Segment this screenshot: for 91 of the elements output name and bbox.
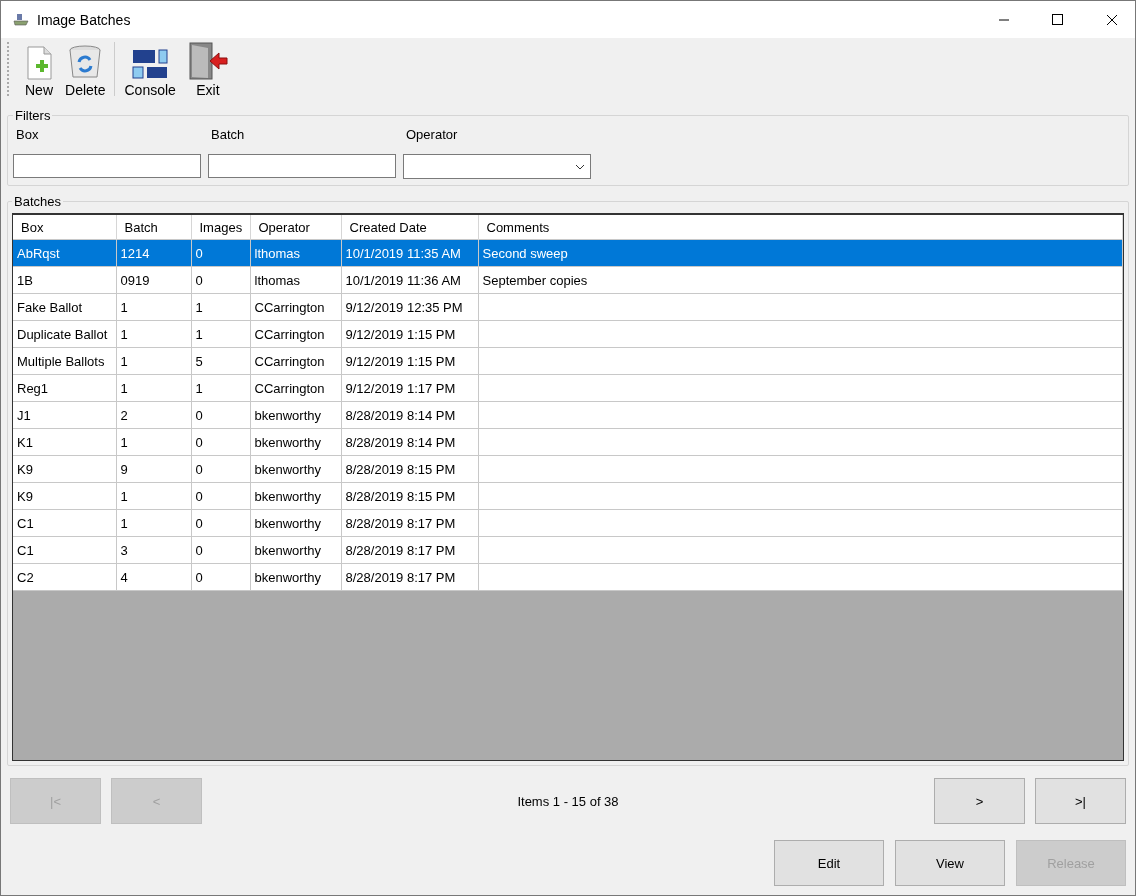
table-cell: 9/12/2019 1:15 PM [345, 353, 456, 369]
chevron-icon [575, 163, 585, 170]
table-cell: 8/28/2019 8:17 PM [345, 569, 456, 585]
table-cell: C1 [17, 542, 34, 558]
scanner-icon [13, 12, 29, 27]
table-cell: bkenworthy [254, 569, 321, 585]
toolbar-button[interactable]: Delete [60, 40, 111, 100]
table-cell: 1 [195, 380, 203, 396]
table-cell: K1 [17, 434, 33, 450]
table-cell: 1 [120, 488, 128, 504]
table-cell: 1 [120, 299, 128, 315]
table-cell: 8/28/2019 8:17 PM [345, 515, 456, 531]
table-cell: bkenworthy [254, 461, 321, 477]
table-cell: 2 [120, 407, 128, 423]
table-cell: 10/1/2019 11:36 AM [345, 272, 461, 288]
table-cell: 1 [120, 380, 128, 396]
table-cell: 0 [195, 515, 203, 531]
table-cell: J1 [17, 407, 31, 423]
table-cell: 0 [195, 461, 203, 477]
table-cell: 1B [17, 272, 33, 288]
table-cell: bkenworthy [254, 515, 321, 531]
table-cell: Fake Ballot [17, 299, 83, 315]
button[interactable]: >| [1035, 778, 1126, 824]
field-label: Operator [405, 127, 459, 142]
table-cell: 9/12/2019 12:35 PM [345, 299, 463, 315]
trash-bin-icon [67, 44, 104, 80]
table-cell: 1 [195, 299, 203, 315]
table-cell: Second sweep [482, 245, 568, 261]
table-cell: 5 [195, 353, 203, 369]
panels-icon [132, 48, 169, 80]
table-cell: lthomas [254, 245, 301, 261]
table-cell: bkenworthy [254, 407, 321, 423]
table-cell: CCarrington [254, 353, 325, 369]
table-cell: 8/28/2019 8:15 PM [345, 461, 456, 477]
field-label: Batch [210, 127, 246, 142]
operator-dropdown[interactable] [403, 154, 591, 179]
table-cell: Duplicate Ballot [17, 326, 108, 342]
table-cell: September copies [482, 272, 588, 288]
table-cell: bkenworthy [254, 434, 321, 450]
field-label: Box [15, 127, 40, 142]
table-cell: 9/12/2019 1:15 PM [345, 326, 456, 342]
group-title: Batches [13, 194, 62, 209]
table-cell: AbRqst [17, 245, 60, 261]
table-cell: 8/28/2019 8:17 PM [345, 542, 456, 558]
input-field[interactable] [208, 154, 396, 178]
group-title: Filters [14, 108, 52, 123]
table-cell: 1 [195, 326, 203, 342]
table-cell: K9 [17, 461, 33, 477]
table-cell: lthomas [254, 272, 301, 288]
input-field[interactable] [13, 154, 201, 178]
table-cell: C2 [17, 569, 34, 585]
table-cell: 0919 [120, 272, 150, 288]
table-cell: 8/28/2019 8:14 PM [345, 434, 456, 450]
table-cell: CCarrington [254, 326, 325, 342]
new-document-icon [25, 46, 53, 80]
table-cell: 0 [195, 569, 203, 585]
table-cell: 8/28/2019 8:15 PM [345, 488, 456, 504]
table-cell: 1 [120, 434, 128, 450]
page-status: Items 1 - 15 of 38 [516, 793, 620, 809]
table-cell: 9 [120, 461, 128, 477]
table-cell: 0 [195, 407, 203, 423]
table-cell: 1 [120, 353, 128, 369]
table-cell: 0 [195, 488, 203, 504]
table-cell: Multiple Ballots [17, 353, 105, 369]
exit-door-icon [187, 42, 228, 80]
table-cell: 0 [195, 542, 203, 558]
table-cell: bkenworthy [254, 542, 321, 558]
table-cell: 4 [120, 569, 128, 585]
table-cell: 8/28/2019 8:14 PM [345, 407, 456, 423]
button[interactable]: > [934, 778, 1025, 824]
window-title: Image Batches [37, 11, 132, 28]
button[interactable]: View [895, 840, 1005, 886]
table-cell: C1 [17, 515, 34, 531]
table-cell: 3 [120, 542, 128, 558]
table-cell: 1214 [120, 245, 150, 261]
table-cell: 9/12/2019 1:17 PM [345, 380, 456, 396]
table-cell: 10/1/2019 11:35 AM [345, 245, 461, 261]
table-cell: Reg1 [17, 380, 49, 396]
table-cell: 1 [120, 515, 128, 531]
table-cell: 0 [195, 245, 203, 261]
toolbar-button[interactable]: Exit [182, 40, 233, 100]
table-cell: 0 [195, 434, 203, 450]
table-cell: CCarrington [254, 380, 325, 396]
table-cell: K9 [17, 488, 33, 504]
button[interactable]: Edit [774, 840, 884, 886]
toolbar-button[interactable]: Console [119, 40, 181, 100]
table-cell: 1 [120, 326, 128, 342]
toolbar-button[interactable]: New [20, 40, 58, 100]
table-cell: CCarrington [254, 299, 325, 315]
table-cell: 0 [195, 272, 203, 288]
table-cell: bkenworthy [254, 488, 321, 504]
